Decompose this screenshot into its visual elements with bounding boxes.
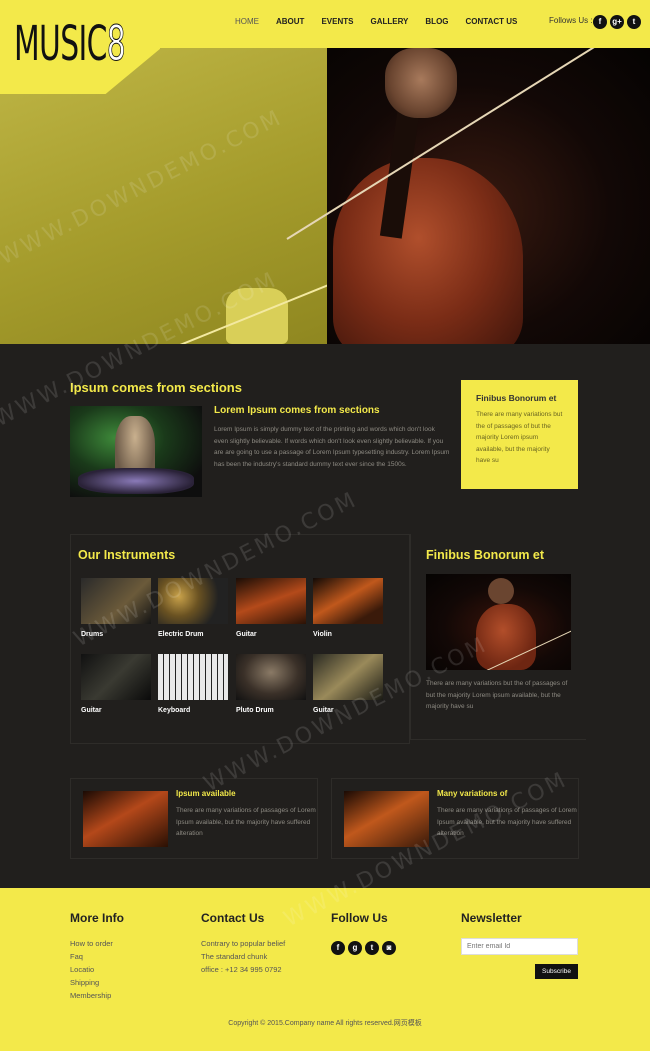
- dj-photo: [70, 406, 202, 497]
- card-title: Ipsum available: [176, 789, 236, 798]
- cellist-head: [385, 48, 457, 118]
- twitter-icon[interactable]: t: [627, 15, 641, 29]
- instrument-label: Guitar: [236, 631, 257, 638]
- feature-card: Many variations of There are many variat…: [331, 778, 579, 859]
- contact-line: The standard chunk: [201, 952, 268, 961]
- copyright: Copyright © 2015.Company name All rights…: [228, 1020, 422, 1027]
- footer-contact: Contact Us Contrary to popular belief Th…: [201, 911, 285, 976]
- highlight-title: Finibus Bonorum et: [476, 393, 557, 403]
- footer: More Info How to order Faq Locatio Shipp…: [0, 888, 650, 1051]
- footer-link[interactable]: Membership: [70, 989, 124, 1002]
- instrument-tile-keyboard[interactable]: [158, 654, 228, 700]
- footer-more-info: More Info How to order Faq Locatio Shipp…: [70, 911, 124, 1002]
- card-text: There are many variations of passages of…: [437, 807, 577, 837]
- card-title: Many variations of: [437, 789, 508, 798]
- instrument-tile-electric-drum[interactable]: [158, 578, 228, 624]
- footer-newsletter: Newsletter: [461, 911, 522, 937]
- google-plus-icon[interactable]: g: [348, 941, 362, 955]
- instrument-tile-violin[interactable]: [313, 578, 383, 624]
- instrument-tile-drums[interactable]: [81, 578, 151, 624]
- instrument-label: Guitar: [81, 707, 102, 714]
- facebook-icon[interactable]: f: [331, 941, 345, 955]
- feature-card: Ipsum available There are many variation…: [70, 778, 318, 859]
- footer-heading: Follow Us: [331, 911, 388, 925]
- footer-link[interactable]: Shipping: [70, 976, 124, 989]
- cello-body: [333, 158, 523, 344]
- nav-contact-us[interactable]: CONTACT US: [466, 17, 518, 26]
- instagram-icon[interactable]: ◙: [382, 941, 396, 955]
- contact-phone: office : +12 34 995 0792: [201, 965, 282, 974]
- site-logo[interactable]: MUSIC8: [14, 14, 127, 74]
- follow-label: Follows Us :: [549, 16, 593, 25]
- instrument-label: Pluto Drum: [236, 707, 274, 714]
- instrument-tile-guitar-2[interactable]: [81, 654, 151, 700]
- section-text: Lorem Ipsum is simply dummy text of the …: [214, 426, 450, 468]
- footer-link[interactable]: Faq: [70, 950, 124, 963]
- footer-heading: Contact Us: [201, 911, 265, 925]
- logo-text: MUSIC: [14, 16, 107, 72]
- finibus-title: Finibus Bonorum et: [426, 548, 545, 562]
- dj-deck: [78, 468, 194, 494]
- instrument-label: Guitar: [313, 707, 334, 714]
- nav-gallery[interactable]: GALLERY: [370, 17, 408, 26]
- finibus-text: There are many variations but the of pas…: [426, 680, 568, 710]
- instrument-tile-pluto-drum[interactable]: [236, 654, 306, 700]
- card-text: There are many variations of passages of…: [176, 807, 316, 837]
- highlight-box: Finibus Bonorum et There are many variat…: [461, 380, 578, 489]
- instrument-label: Violin: [313, 631, 332, 638]
- instrument-label: Drums: [81, 631, 104, 638]
- instrument-label: Keyboard: [158, 707, 191, 714]
- footer-link[interactable]: How to order: [70, 937, 124, 950]
- footer-follow: Follow Us f g t ◙: [331, 911, 399, 955]
- logo-accent: 8: [106, 16, 127, 73]
- nav-blog[interactable]: BLOG: [425, 17, 448, 26]
- hero-hand: [226, 288, 288, 344]
- facebook-icon[interactable]: f: [593, 15, 607, 29]
- cellist-head: [488, 578, 514, 604]
- subscribe-button[interactable]: Subscribe: [535, 964, 578, 979]
- instruments-title: Our Instruments: [78, 548, 176, 562]
- instrument-tile-guitar-3[interactable]: [313, 654, 383, 700]
- google-plus-icon[interactable]: g+: [610, 15, 624, 29]
- newsletter-email-input[interactable]: [461, 938, 578, 955]
- instrument-label: Electric Drum: [158, 631, 204, 638]
- contact-line: Contrary to popular belief: [201, 939, 286, 948]
- card-image: [83, 791, 168, 847]
- finibus-photo: [426, 574, 571, 670]
- section-title: Ipsum comes from sections: [70, 380, 242, 395]
- cellist-photo: [286, 48, 650, 344]
- twitter-icon[interactable]: t: [365, 941, 379, 955]
- main-nav: HOME ABOUT EVENTS GALLERY BLOG CONTACT U…: [235, 17, 534, 26]
- footer-heading: More Info: [70, 911, 124, 925]
- footer-link[interactable]: Locatio: [70, 963, 124, 976]
- nav-home[interactable]: HOME: [235, 17, 259, 26]
- nav-events[interactable]: EVENTS: [321, 17, 353, 26]
- nav-about[interactable]: ABOUT: [276, 17, 304, 26]
- card-image: [344, 791, 429, 847]
- instrument-tile-guitar-1[interactable]: [236, 578, 306, 624]
- highlight-text: There are many variations but the of pas…: [476, 411, 563, 464]
- footer-heading: Newsletter: [461, 911, 522, 925]
- section-subtitle: Lorem Ipsum comes from sections: [214, 405, 380, 416]
